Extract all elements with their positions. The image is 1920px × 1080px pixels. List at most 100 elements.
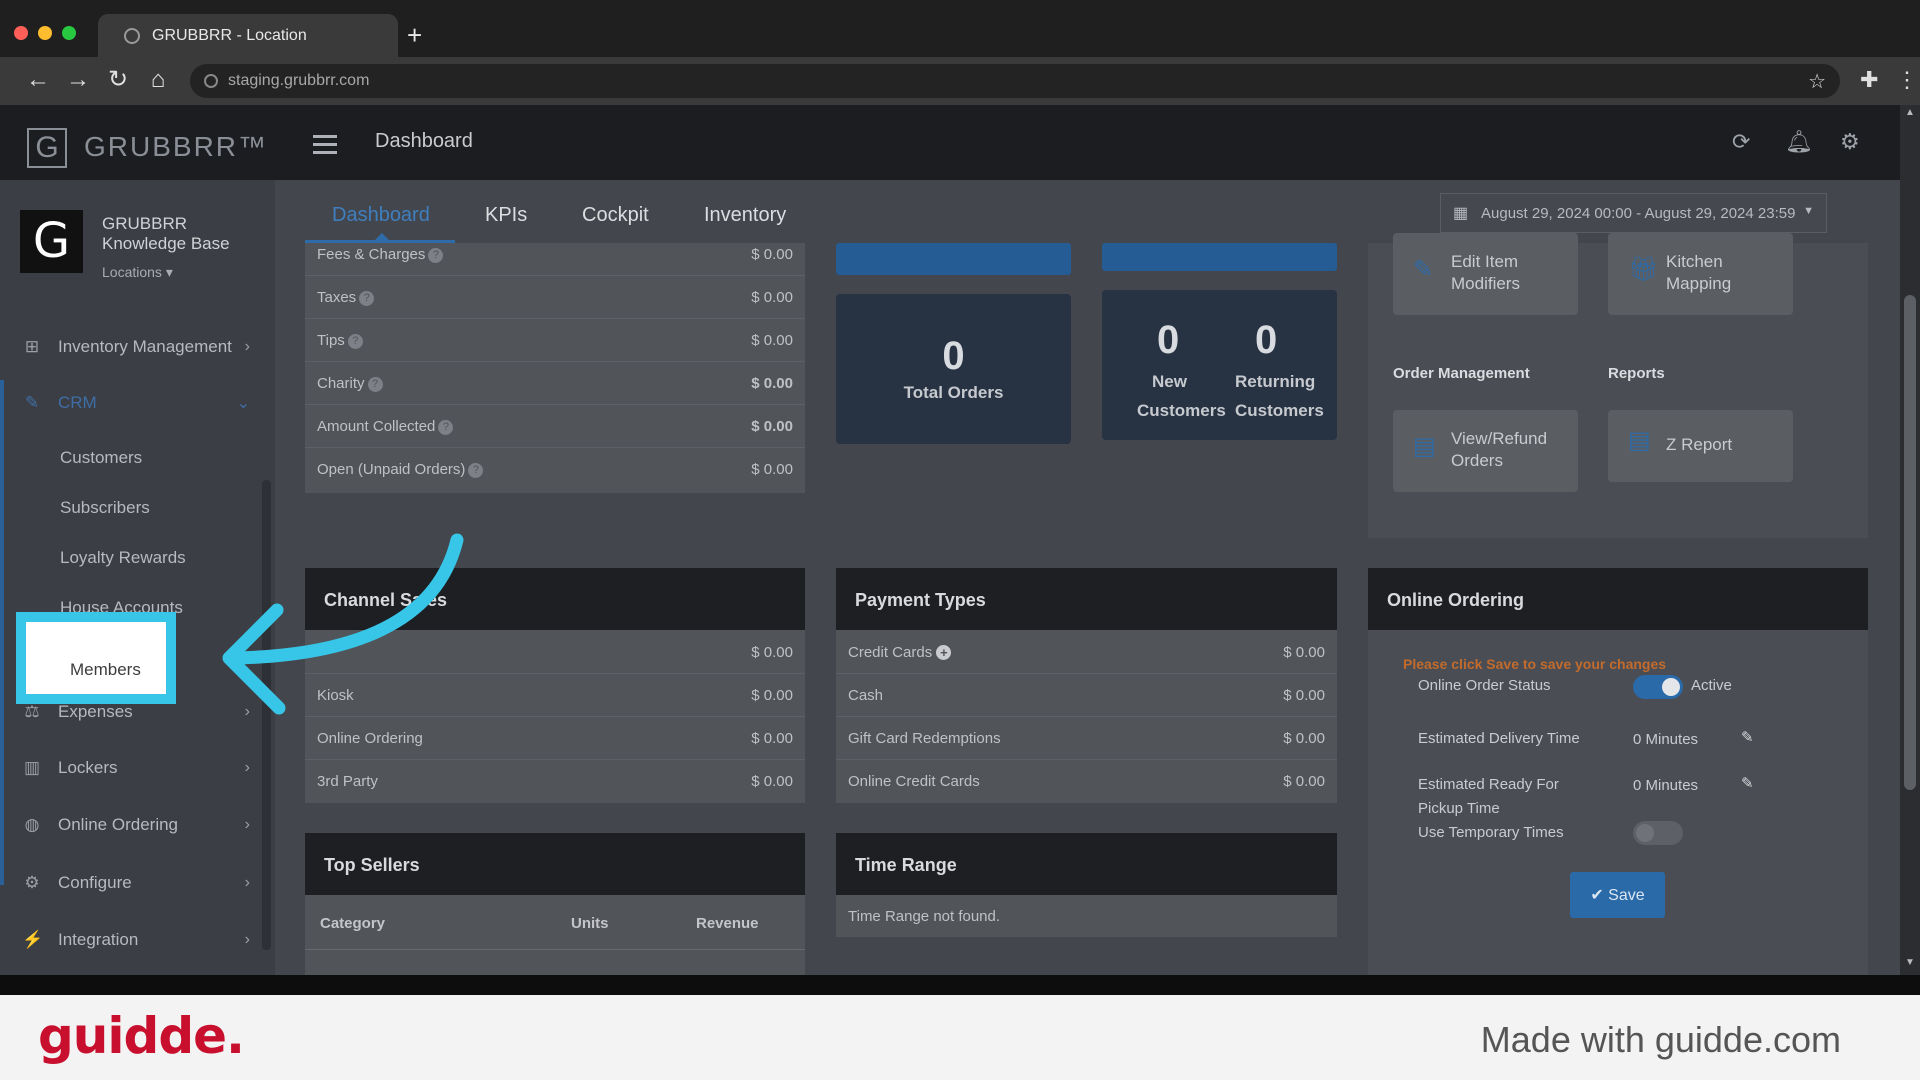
tab-kpis[interactable]: KPIs <box>485 204 527 227</box>
new-tab-button[interactable]: + <box>407 22 422 48</box>
kebab-menu-icon[interactable]: ⋮ <box>1896 67 1918 93</box>
app-header: G GRUBBRR™ Dashboard ⟳ 🔔︎ ⚙ <box>0 105 1900 180</box>
column-header-units[interactable]: Units <box>571 915 609 932</box>
top-sellers-title: Top Sellers <box>305 833 805 895</box>
chevron-down-icon: ⌄ <box>236 395 250 412</box>
edit-item-modifiers-card[interactable]: ✎ Edit Item Modifiers <box>1393 233 1578 315</box>
puzzle-icon[interactable]: ✚ <box>1860 67 1878 93</box>
tab-cockpit[interactable]: Cockpit <box>582 204 649 227</box>
org-logo: G <box>20 210 83 273</box>
reload-icon[interactable]: ↻ <box>104 66 132 94</box>
bell-icon[interactable]: 🔔︎ <box>1785 129 1813 155</box>
help-icon[interactable]: ? <box>468 462 484 478</box>
minimize-window-button[interactable] <box>38 26 52 40</box>
temporary-times-toggle[interactable] <box>1633 821 1683 845</box>
help-icon[interactable]: ? <box>367 376 383 392</box>
order-management-heading: Order Management <box>1393 365 1530 382</box>
top-sellers-panel: Top Sellers Category Units Revenue <box>305 833 805 975</box>
hamburger-menu-icon[interactable] <box>313 135 337 159</box>
maximize-window-button[interactable] <box>62 26 76 40</box>
arrow-left-icon[interactable]: ← <box>24 66 52 94</box>
pencil-icon: ✎ <box>1413 256 1434 283</box>
browser-tab[interactable]: GRUBBRR - Location <box>98 14 398 57</box>
help-icon[interactable]: ? <box>347 333 363 349</box>
kitchen-mapping-card[interactable]: 🎁︎ Kitchen Mapping <box>1608 233 1793 315</box>
table-row: Open (Unpaid Orders)? $ 0.00 <box>317 461 793 478</box>
stat-card-accent <box>836 243 1071 275</box>
sidebar-item-online-ordering[interactable]: ◍ Online Ordering › <box>0 807 262 843</box>
tab-dashboard[interactable]: Dashboard <box>332 204 430 227</box>
star-icon[interactable]: ☆ <box>1808 69 1826 94</box>
edit-pencil-icon[interactable]: ✎ <box>1741 726 1754 750</box>
stat-card-accent <box>1102 243 1337 271</box>
summary-table: Fees & Charges? $ 0.00 Taxes? $ 0.00 Tip… <box>305 243 805 493</box>
chevron-right-icon: › <box>244 816 250 833</box>
save-notice: Please click Save to save your changes <box>1403 656 1667 672</box>
scale-icon: ⚖ <box>24 702 40 721</box>
site-info-icon[interactable] <box>204 74 218 88</box>
save-button[interactable]: ✔ Save <box>1570 872 1665 918</box>
table-divider <box>305 949 805 950</box>
delivery-time-label: Estimated Delivery Time <box>1418 730 1580 747</box>
help-icon[interactable]: ? <box>428 247 444 263</box>
scroll-down-icon[interactable]: ▼ <box>1905 957 1915 968</box>
sidebar-item-integration[interactable]: ⚡ Integration › <box>0 922 262 958</box>
document-icon: ▤ <box>1628 427 1651 454</box>
users-icon: ✎ <box>24 393 40 412</box>
chevron-right-icon: › <box>244 759 250 776</box>
total-orders-card[interactable]: 0 Total Orders <box>836 294 1071 444</box>
scrollbar-thumb[interactable] <box>1904 295 1916 790</box>
time-range-panel: Time Range Time Range not found. <box>836 833 1337 937</box>
refresh-icon[interactable]: ⟳ <box>1732 129 1750 155</box>
view-refund-orders-card[interactable]: ▤ View/Refund Orders <box>1393 410 1578 492</box>
time-range-empty: Time Range not found. <box>848 908 1001 925</box>
scroll-up-icon[interactable]: ▲ <box>1905 107 1915 118</box>
help-icon[interactable]: ? <box>359 290 375 306</box>
edit-pencil-icon[interactable]: ✎ <box>1741 772 1754 796</box>
sidebar-item-lockers[interactable]: ▥ Lockers › <box>0 750 262 786</box>
ready-time-label-1: Estimated Ready For <box>1418 776 1559 793</box>
highlight-members[interactable]: Members <box>16 612 176 704</box>
sidebar-subitem-loyalty-rewards[interactable]: Loyalty Rewards <box>60 548 186 568</box>
sidebar-item-inventory-management[interactable]: ⊞ Inventory Management › <box>0 329 262 365</box>
close-window-button[interactable] <box>14 26 28 40</box>
sidebar-item-crm[interactable]: ✎ CRM ⌄ <box>0 385 262 421</box>
sidebar-subitem-subscribers[interactable]: Subscribers <box>60 498 150 518</box>
time-range-title: Time Range <box>836 833 1337 895</box>
guidde-logo: guidde. <box>38 1007 245 1065</box>
customers-card[interactable]: 0 0 New Customers Returning Customers <box>1102 290 1337 440</box>
delivery-time-value: 0 Minutes <box>1633 731 1699 748</box>
returning-customers-label-2: Customers <box>1235 401 1324 420</box>
sidebar-subitem-members[interactable]: Members <box>70 660 141 680</box>
main-scrollbar[interactable]: ▲ ▼ <box>1900 105 1920 975</box>
ready-time-value: 0 Minutes <box>1633 777 1699 794</box>
gift-icon: 🎁︎ <box>1628 256 1659 283</box>
online-order-status-toggle[interactable] <box>1633 675 1683 699</box>
home-icon[interactable]: ⌂ <box>144 66 172 94</box>
browser-toolbar: ← → ↻ ⌂ staging.grubbrr.com ☆ ✚ ⋮ <box>0 57 1920 105</box>
reports-heading: Reports <box>1608 365 1665 382</box>
column-header-category[interactable]: Category <box>320 915 385 932</box>
locations-dropdown[interactable]: Locations ▾ <box>102 264 173 281</box>
date-range-text: August 29, 2024 00:00 - August 29, 2024 … <box>1481 204 1796 222</box>
new-customers-value: 0 <box>1157 318 1180 362</box>
returning-customers-label-1: Returning <box>1235 372 1316 391</box>
sidebar-subitem-customers[interactable]: Customers <box>60 448 142 468</box>
date-range-picker[interactable]: ▦ August 29, 2024 00:00 - August 29, 202… <box>1440 193 1827 233</box>
column-header-revenue[interactable]: Revenue <box>696 915 759 932</box>
table-row: Amount Collected? $ 0.00 <box>305 405 805 448</box>
address-bar[interactable]: staging.grubbrr.com ☆ <box>190 64 1840 98</box>
plus-circle-icon[interactable]: + <box>936 645 952 660</box>
payment-types-title: Payment Types <box>836 568 1337 630</box>
chevron-right-icon: › <box>244 931 250 948</box>
arrow-right-icon[interactable]: → <box>64 66 92 94</box>
online-order-status-label: Online Order Status <box>1418 677 1551 694</box>
sitemap-icon: ⊞ <box>24 337 40 356</box>
sidebar-item-configure[interactable]: ⚙ Configure › <box>0 865 262 901</box>
window-bottom-edge <box>0 975 1920 995</box>
z-report-card[interactable]: ▤ Z Report <box>1608 410 1793 482</box>
table-row: Credit Cards + $ 0.00 <box>836 631 1337 674</box>
tab-inventory[interactable]: Inventory <box>704 204 786 227</box>
help-icon[interactable]: ? <box>438 419 454 435</box>
gear-icon[interactable]: ⚙ <box>1840 129 1860 155</box>
